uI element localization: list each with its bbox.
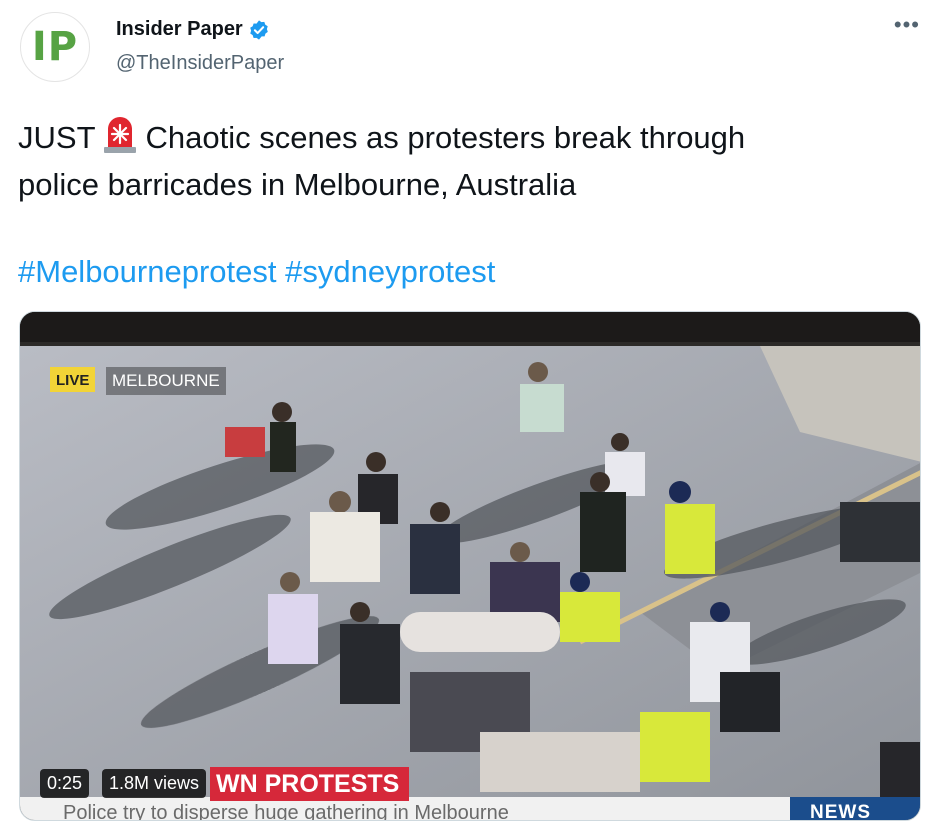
tweet-line-2: police barricades in Melbourne, Australi… (18, 167, 577, 202)
video-player[interactable]: LIVE MELBOURNE WN PROTESTS Police try to… (19, 311, 921, 821)
tweet-line-1: Chaotic scenes as protesters break throu… (145, 120, 746, 155)
hashtag-link[interactable]: #Melbourneprotest (18, 254, 277, 289)
avatar[interactable]: IP (20, 12, 90, 82)
author-name-row: Insider Paper (116, 18, 270, 41)
display-name[interactable]: Insider Paper (116, 18, 243, 41)
broadcast-ticker: Police try to disperse huge gathering in… (55, 802, 723, 820)
rotating-light-icon (103, 117, 136, 153)
hashtag-link[interactable]: #sydneyprotest (285, 254, 495, 289)
video-views: 1.8M views (102, 769, 207, 798)
avatar-text: IP (31, 24, 79, 70)
author-handle[interactable]: @TheInsiderPaper (116, 52, 284, 75)
tweet-prefix: JUST (18, 120, 96, 155)
location-label: MELBOURNE (106, 367, 226, 395)
news-logo: NEWS (810, 802, 871, 821)
video-duration: 0:25 (40, 769, 90, 798)
verified-badge-icon (249, 19, 268, 40)
hashtag-row: #Melbourneprotest #sydneyprotest (18, 248, 495, 295)
more-options-icon[interactable]: ••• (894, 14, 920, 36)
tweet-text: JUST Chaotic scenes as protesters break … (18, 114, 918, 208)
live-badge: LIVE (50, 367, 96, 392)
broadcast-headline: WN PROTESTS (210, 767, 410, 801)
